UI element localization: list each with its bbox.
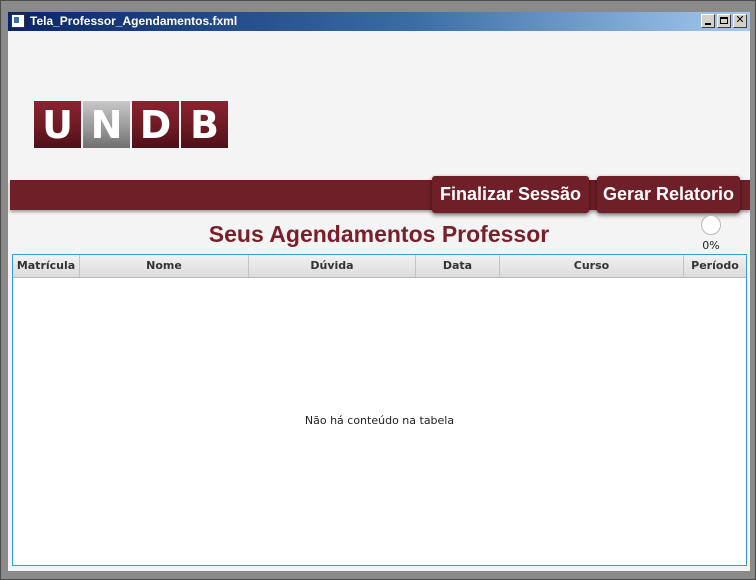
logo-letter-d: D (132, 101, 179, 148)
gerar-relatorio-button[interactable]: Gerar Relatorio (597, 176, 740, 213)
window-controls: ✕ (701, 13, 747, 28)
title-bar[interactable]: Tela_Professor_Agendamentos.fxml ✕ (8, 12, 750, 31)
close-button[interactable]: ✕ (733, 13, 747, 28)
minimize-icon (705, 23, 711, 25)
minimize-button[interactable] (701, 14, 715, 28)
close-icon: ✕ (735, 13, 745, 26)
appointments-table[interactable]: Matrícula Nome Dúvida Data Curso Período… (12, 254, 747, 566)
progress-label: 0% (702, 239, 720, 252)
logo-letter-b: B (181, 101, 228, 148)
undb-logo: U N D B (34, 101, 228, 148)
column-header-duvida[interactable]: Dúvida (249, 255, 416, 277)
maximize-icon (720, 17, 728, 24)
column-header-nome[interactable]: Nome (80, 255, 249, 277)
client-area: U N D B Finalizar Sessão Gerar Relatorio… (8, 31, 750, 571)
page-title-wrapper: Seus Agendamentos Professor (8, 221, 750, 248)
column-header-data[interactable]: Data (416, 255, 500, 277)
app-icon (11, 14, 25, 28)
table-empty-message: Não há conteúdo na tabela (304, 414, 455, 427)
logo-letter-u: U (34, 101, 81, 148)
column-header-matricula[interactable]: Matrícula (13, 255, 80, 277)
page-title: Seus Agendamentos Professor (208, 221, 550, 247)
maximize-button[interactable] (717, 14, 731, 28)
progress-indicator (701, 215, 721, 235)
finalizar-sessao-button[interactable]: Finalizar Sessão (432, 176, 589, 213)
column-header-curso[interactable]: Curso (500, 255, 684, 277)
window-title: Tela_Professor_Agendamentos.fxml (30, 14, 238, 28)
logo-letter-n: N (83, 101, 130, 148)
table-header: Matrícula Nome Dúvida Data Curso Período (13, 255, 746, 278)
column-header-periodo[interactable]: Período (684, 255, 746, 277)
app-window: Tela_Professor_Agendamentos.fxml ✕ U N D… (0, 0, 756, 580)
